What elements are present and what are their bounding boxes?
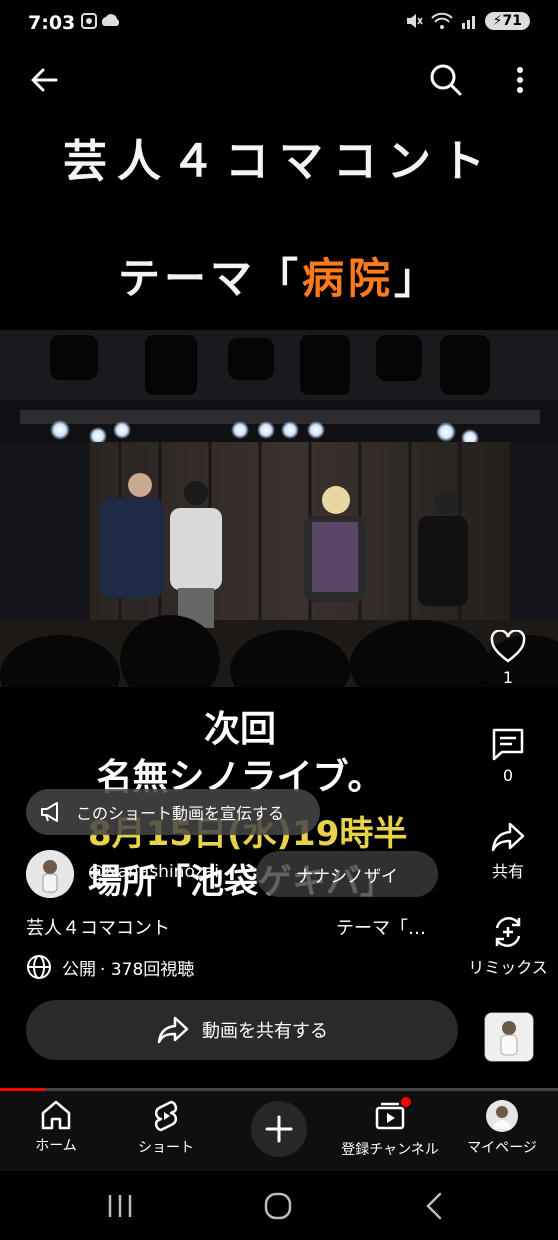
- nav-subscriptions[interactable]: 登録チャンネル: [338, 1097, 442, 1159]
- promote-short-chip[interactable]: このショート動画を宣伝する: [26, 789, 320, 835]
- side-actions: 1 0 共有 リミックス: [458, 630, 558, 980]
- megaphone-icon: [41, 802, 58, 822]
- comment-count: 0: [502, 766, 514, 785]
- remix-label: リミックス: [468, 958, 548, 977]
- caption-next: 次回: [203, 709, 276, 750]
- remix-icon: [495, 917, 521, 947]
- create-button[interactable]: [251, 1101, 307, 1157]
- nav-create[interactable]: [251, 1101, 307, 1157]
- video-title[interactable]: 芸人４コマコント: [26, 914, 170, 940]
- visibility-label: 公開: [62, 959, 96, 980]
- system-navigation: [0, 1171, 558, 1240]
- battery-level: 71: [502, 13, 522, 29]
- comment-button[interactable]: 0: [458, 726, 558, 785]
- signal-icon: [461, 16, 475, 29]
- status-notification-icons: [80, 12, 126, 34]
- theme-accent: 病院: [301, 254, 394, 303]
- search-icon: [430, 64, 462, 96]
- nav-shorts[interactable]: ショート: [134, 1099, 198, 1157]
- subscriptions-icon-wrap: [373, 1097, 411, 1135]
- chevron-left-icon: [426, 1192, 442, 1220]
- recent-apps-icon: [108, 1195, 132, 1217]
- promote-label: このショート動画を宣伝する: [76, 804, 285, 823]
- nav-home-label: ホーム: [35, 1138, 77, 1154]
- video-overlay-theme: テーマ「病院」: [0, 245, 558, 306]
- home-system-button[interactable]: [258, 1187, 298, 1225]
- home-icon: [41, 1100, 71, 1130]
- more-options-button[interactable]: [502, 60, 538, 100]
- video-title-continued[interactable]: テーマ「…: [336, 914, 426, 940]
- view-count: · 378回視聴: [100, 959, 195, 980]
- bottom-navigation: ホーム ショート 登録チャンネル マイページ: [0, 1091, 558, 1171]
- channel-handle[interactable]: @Nanashinozai: [88, 862, 219, 882]
- nav-shorts-label: ショート: [138, 1140, 194, 1156]
- thumbnail-image: [485, 1013, 533, 1061]
- video-meta: 公開 · 378回視聴: [26, 954, 194, 980]
- share-label: 共有: [491, 862, 524, 881]
- notification-dot: [401, 1097, 411, 1107]
- like-button[interactable]: 1: [458, 630, 558, 687]
- share-arrow-icon: [157, 1016, 189, 1044]
- notification-icons: [81, 13, 120, 29]
- system-back-button[interactable]: [414, 1189, 454, 1223]
- search-button[interactable]: [426, 60, 466, 100]
- video-overlay-title: 芸人４コマコント: [63, 136, 495, 187]
- shorts-icon: [154, 1100, 178, 1132]
- wifi-icon: [430, 12, 453, 29]
- comment-icon: [492, 728, 524, 761]
- battery-indicator: ⚡71: [484, 12, 530, 30]
- nav-mypage-label: マイページ: [467, 1140, 537, 1156]
- recent-apps-button[interactable]: [100, 1189, 140, 1223]
- remix-action[interactable]: リミックス: [458, 914, 558, 978]
- share-action[interactable]: 共有: [458, 820, 558, 882]
- avatar-image: [26, 850, 74, 898]
- channel-avatar[interactable]: [26, 850, 74, 898]
- status-time: 7:03: [28, 12, 76, 34]
- subscribe-label: ナナシノザイ: [296, 866, 398, 887]
- nav-mypage[interactable]: マイページ: [462, 1099, 542, 1157]
- arrow-left-icon: [31, 68, 58, 92]
- plus-icon: [265, 1115, 293, 1143]
- subscribe-chip[interactable]: ナナシノザイ: [256, 851, 438, 897]
- like-count: 1: [502, 668, 514, 687]
- theme-prefix: テーマ「: [117, 254, 302, 303]
- globe-icon: [27, 955, 51, 979]
- back-button[interactable]: [24, 60, 64, 100]
- heart-icon: [490, 630, 526, 663]
- share-video-button[interactable]: 動画を共有する: [26, 1000, 458, 1060]
- share-video-label: 動画を共有する: [202, 1021, 328, 1042]
- mute-icon: [406, 14, 423, 28]
- more-vert-icon: [517, 67, 523, 93]
- sound-remix-thumbnail[interactable]: [484, 1012, 534, 1062]
- nav-subscriptions-label: 登録チャンネル: [341, 1142, 439, 1158]
- battery-bolt-icon: ⚡: [492, 13, 503, 29]
- home-circle-icon: [264, 1192, 292, 1220]
- profile-avatar-icon: [486, 1100, 518, 1132]
- status-right-icons: ⚡71: [405, 12, 530, 30]
- nav-home[interactable]: ホーム: [32, 1099, 80, 1155]
- theme-suffix: 」: [394, 254, 441, 303]
- share-icon: [491, 822, 525, 852]
